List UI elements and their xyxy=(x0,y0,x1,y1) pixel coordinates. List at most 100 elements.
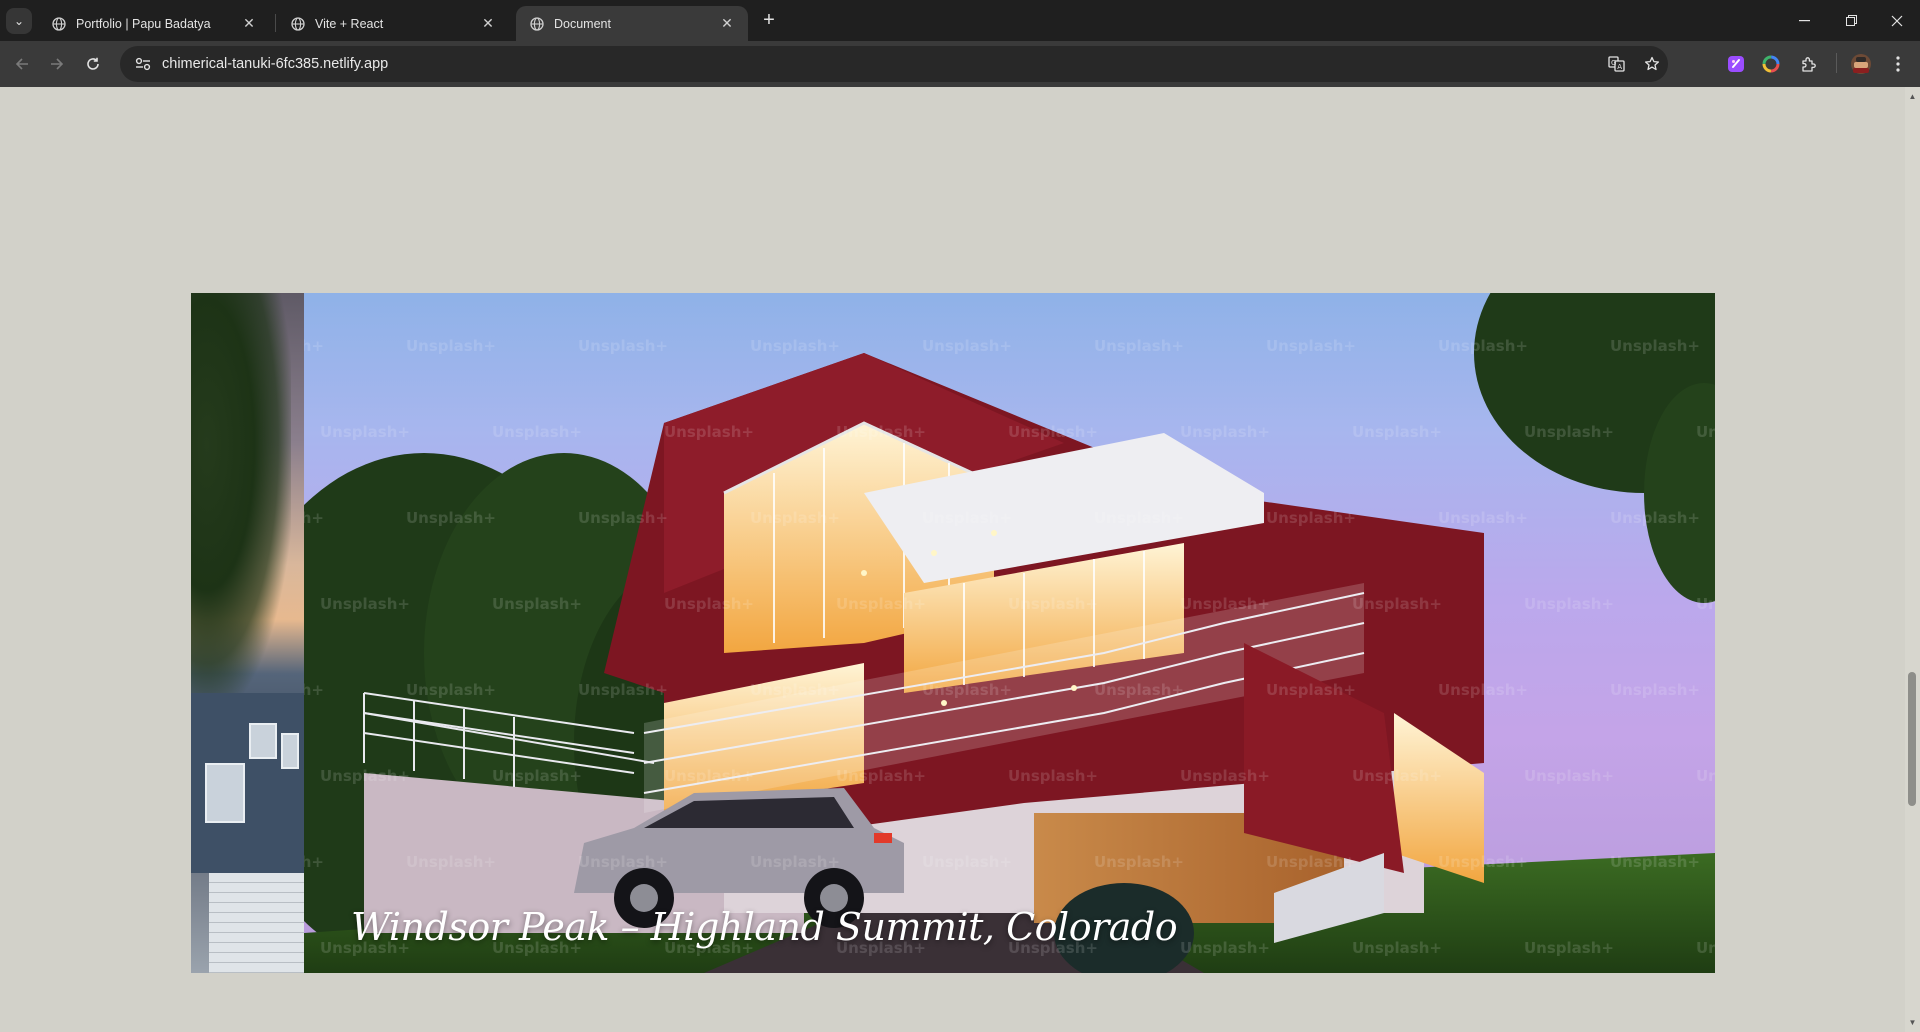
watermark-text: Unsplash+ xyxy=(1180,423,1270,441)
watermark-text: Unsplash+ xyxy=(1438,681,1528,699)
back-icon[interactable] xyxy=(7,49,37,79)
tab-divider xyxy=(275,14,276,32)
tab-vite-react[interactable]: Vite + React ✕ xyxy=(277,6,509,41)
tab-title: Document xyxy=(554,16,611,31)
profile-avatar-icon[interactable] xyxy=(1846,49,1876,79)
house-window xyxy=(249,723,277,759)
watermark-text: Unsplash+ xyxy=(1696,595,1715,613)
close-tab-icon[interactable]: ✕ xyxy=(479,15,497,33)
watermark-text: Unsplash+ xyxy=(578,337,668,355)
close-tab-icon[interactable]: ✕ xyxy=(240,15,258,33)
current-slide[interactable]: Unsplash+ Unsplash+ Unsplash+ Unsplash+ Unsp… xyxy=(304,293,1715,973)
watermark-text: Unsplash+ xyxy=(836,423,926,441)
toolbar-divider xyxy=(1836,53,1837,73)
watermark-text: Unsplash+ xyxy=(1438,853,1528,871)
tab-document[interactable]: Document ✕ xyxy=(516,6,748,41)
watermark-text: Unsplash+ xyxy=(406,681,496,699)
new-tab-icon[interactable]: + xyxy=(758,9,780,31)
watermark-text: Unsplash+ xyxy=(664,767,754,785)
watermark-text: Unsplash+ xyxy=(1266,337,1356,355)
watermark-text: Unsplash+ xyxy=(836,767,926,785)
watermark-text: Unsplash+ xyxy=(1696,939,1715,957)
svg-text:G: G xyxy=(1611,59,1616,67)
watermark-text: Unsplash+ xyxy=(922,681,1012,699)
watermark-text: Unsplash+ xyxy=(1610,853,1700,871)
extension-app-icon[interactable] xyxy=(1721,49,1751,79)
watermark-text: Unsplash+ xyxy=(304,853,324,871)
watermark-text: Unsplash+ xyxy=(922,509,1012,527)
watermark-text: Unsplash+ xyxy=(664,423,754,441)
watermark-text: Unsplash+ xyxy=(922,853,1012,871)
site-info-icon[interactable] xyxy=(126,46,160,82)
svg-text:A: A xyxy=(1617,63,1622,71)
watermark-text: Unsplash+ xyxy=(1352,767,1442,785)
vertical-scrollbar[interactable]: ▲ ▼ xyxy=(1905,87,1920,1032)
color-wheel-extension-icon[interactable] xyxy=(1756,49,1786,79)
watermark-text: Unsplash+ xyxy=(1094,337,1184,355)
garage-door xyxy=(209,873,304,973)
watermark-text: Unsplash+ xyxy=(1524,595,1614,613)
watermark-text: Unsplash+ xyxy=(1352,939,1442,957)
watermark-text: Unsplash+ xyxy=(320,595,410,613)
modern-house-illustration: Unsplash+ Unsplash+ Unsplash+ Unsplash+ Unsp… xyxy=(304,293,1715,973)
watermark-text: Unsplash+ xyxy=(1524,767,1614,785)
watermark-text: Unsplash+ xyxy=(1094,853,1184,871)
watermark-text: Unsplash+ xyxy=(492,423,582,441)
close-tab-icon[interactable]: ✕ xyxy=(718,15,736,33)
watermark-text: Unsplash+ xyxy=(1180,939,1270,957)
watermark-text: Unsplash+ xyxy=(1524,939,1614,957)
scroll-up-arrow-icon[interactable]: ▲ xyxy=(1908,91,1917,101)
page-content: Unsplash+ Unsplash+ Unsplash+ Unsplash+ Unsp… xyxy=(0,87,1905,1032)
previous-slide[interactable] xyxy=(191,293,304,973)
watermark-text: Unsplash+ xyxy=(836,595,926,613)
translate-icon[interactable]: GA xyxy=(1600,46,1632,82)
url-text: chimerical-tanuki-6fc385.netlify.app xyxy=(162,56,389,72)
forward-icon[interactable] xyxy=(42,49,72,79)
menu-dots-icon[interactable] xyxy=(1883,49,1913,79)
watermark-text: Unsplash+ xyxy=(922,337,1012,355)
watermark-text: Unsplash+ xyxy=(1180,595,1270,613)
watermark-text: Unsplash+ xyxy=(1266,509,1356,527)
tab-search-icon[interactable]: ⌄ xyxy=(6,8,32,34)
watermark-text: Unsplash+ xyxy=(1266,853,1356,871)
watermark-text: Unsplash+ xyxy=(406,853,496,871)
address-bar[interactable]: chimerical-tanuki-6fc385.netlify.app GA xyxy=(120,46,1668,82)
watermark-text: Unsplash+ xyxy=(578,681,668,699)
scrollbar-thumb[interactable] xyxy=(1908,672,1916,806)
restore-icon[interactable] xyxy=(1828,0,1874,41)
browser-toolbar: chimerical-tanuki-6fc385.netlify.app GA xyxy=(0,41,1920,87)
scroll-down-arrow-icon[interactable]: ▼ xyxy=(1908,1017,1917,1027)
house-window xyxy=(281,733,299,769)
watermark-text: Unsplash+ xyxy=(750,509,840,527)
watermark-text: Unsplash+ xyxy=(492,767,582,785)
watermark-text: Unsplash+ xyxy=(1008,423,1098,441)
globe-icon xyxy=(529,16,544,31)
watermark-text: Unsplash+ xyxy=(578,853,668,871)
minimize-icon[interactable] xyxy=(1781,0,1827,41)
watermark-text: Unsplash+ xyxy=(304,509,324,527)
watermark-text: Unsplash+ xyxy=(1008,595,1098,613)
watermark-text: Unsplash+ xyxy=(1008,767,1098,785)
watermark-text: Unsplash+ xyxy=(1438,337,1528,355)
extensions-puzzle-icon[interactable] xyxy=(1793,49,1823,79)
watermark-text: Unsplash+ xyxy=(492,595,582,613)
slide-caption: Windsor Peak – Highland Summit, Colorado xyxy=(351,905,1178,949)
watermark-text: Unsplash+ xyxy=(1094,509,1184,527)
close-window-icon[interactable] xyxy=(1874,0,1920,41)
watermark-text: Unsplash+ xyxy=(750,853,840,871)
tab-portfolio[interactable]: Portfolio | Papu Badatya ✕ xyxy=(38,6,270,41)
reload-icon[interactable] xyxy=(78,49,108,79)
watermark-text: Unsplash+ xyxy=(1610,509,1700,527)
watermark-text: Unsplash+ xyxy=(406,337,496,355)
watermark-text: Unsplash+ xyxy=(664,595,754,613)
watermark-text: Unsplash+ xyxy=(1180,767,1270,785)
tab-title: Portfolio | Papu Badatya xyxy=(76,16,211,31)
watermark-text: Unsplash+ xyxy=(1610,681,1700,699)
watermark-text: Unsplash+ xyxy=(1438,509,1528,527)
house-window xyxy=(205,763,245,823)
watermark-text: Unsplash+ xyxy=(1524,423,1614,441)
image-slider[interactable]: Unsplash+ Unsplash+ Unsplash+ Unsplash+ Unsp… xyxy=(191,293,1715,973)
watermark-text: Unsplash+ xyxy=(1696,423,1715,441)
watermark-text: Unsplash+ xyxy=(1696,767,1715,785)
bookmark-star-icon[interactable] xyxy=(1636,46,1668,82)
